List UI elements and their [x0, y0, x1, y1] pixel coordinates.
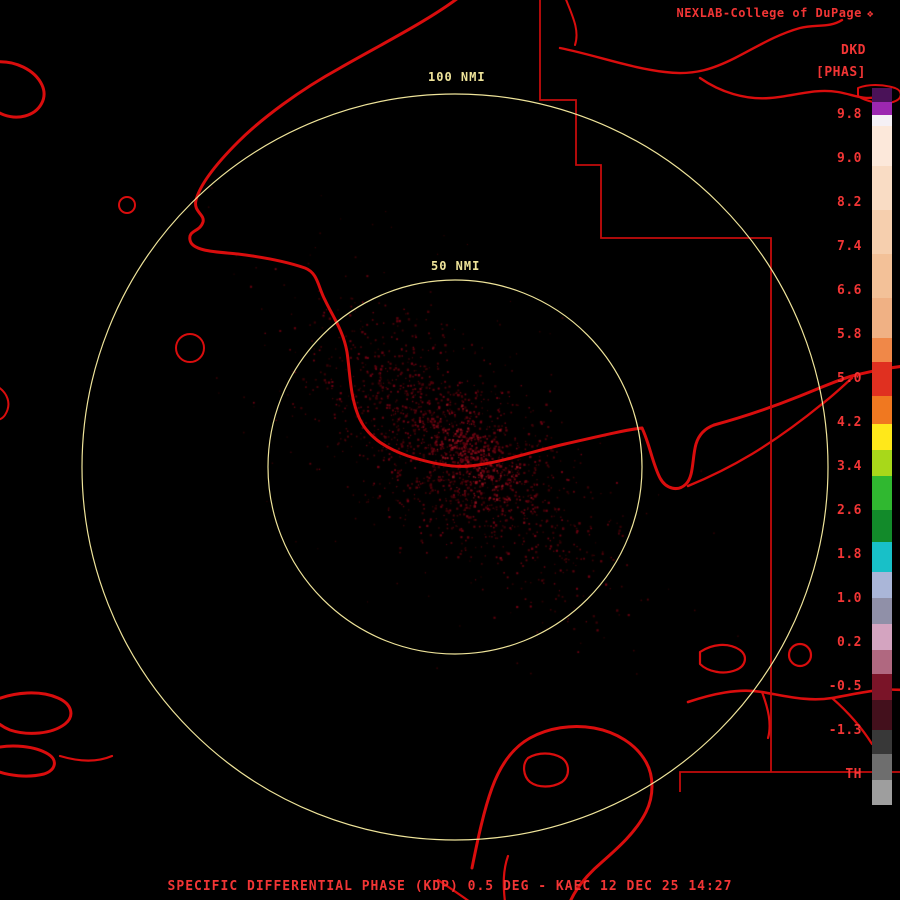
county-steps-top	[539, 0, 772, 772]
colorbar-tick-label: 1.0	[837, 591, 862, 606]
colorbar-segment	[872, 674, 892, 700]
stream-top-edge	[565, 0, 578, 46]
range-label-100nmi: 100 NMI	[424, 69, 490, 85]
colorbar-segment	[872, 730, 892, 754]
county-line-bottomright	[679, 771, 900, 792]
colorbar-tick-label: 6.6	[837, 283, 862, 298]
colorbar-segment	[872, 210, 892, 254]
map-outlines	[0, 0, 900, 900]
colorbar-segment	[872, 572, 892, 598]
colorbar-tick-label: 5.8	[837, 327, 862, 342]
colorbar-tick-label: 7.4	[837, 239, 862, 254]
colorbar-segment	[872, 476, 892, 510]
colorbar-segment	[872, 115, 892, 126]
colorbar-segment	[872, 298, 892, 338]
colorbar-tick-label: 0.2	[837, 635, 862, 650]
blob-bottomleft-2	[0, 744, 56, 778]
colorbar-tick-label: 9.8	[837, 107, 862, 122]
colorbar-tick-label: 1.8	[837, 547, 862, 562]
colorbar-segment	[872, 650, 892, 674]
colorbar-tick-label: 4.2	[837, 415, 862, 430]
colorbar-segment	[872, 700, 892, 730]
colorbar-segment	[872, 780, 892, 805]
river-topright-1	[558, 18, 844, 75]
colorbar-segment	[872, 254, 892, 298]
stream-bottomright-1	[760, 690, 771, 740]
map-overlay	[0, 0, 900, 900]
colorbar-segment	[872, 754, 892, 780]
colorbar-segment	[872, 424, 892, 450]
product-caption: SPECIFIC DIFFERENTIAL PHASE (KDP) 0.5 DE…	[167, 879, 733, 894]
lake-topleft	[0, 60, 46, 119]
colorbar-segment	[872, 510, 892, 542]
lake-bottomright	[787, 642, 813, 668]
island-bottom	[470, 724, 654, 900]
small-lake-1	[118, 196, 136, 214]
colorbar-tick-label: TH	[845, 767, 862, 782]
colorbar-tick-label: -1.3	[828, 723, 862, 738]
blob-bottomright	[698, 643, 746, 674]
colorbar-segment	[872, 450, 892, 476]
colorbar-tick-label: 9.0	[837, 151, 862, 166]
range-label-50nmi: 50 NMI	[427, 258, 485, 274]
colorbar-segment	[872, 624, 892, 650]
small-lake-2	[175, 333, 205, 363]
colorbar-segment	[872, 338, 892, 362]
colorbar-tick-label: 8.2	[837, 195, 862, 210]
cod-logo-icon: ❖	[866, 6, 874, 20]
island-inner-lake	[523, 752, 570, 788]
colorbar-segment	[872, 102, 892, 115]
colorbar-segment	[872, 362, 892, 396]
colorbar-segment	[872, 542, 892, 572]
colorbar-segment	[872, 88, 892, 102]
colorbar-tick-label: 3.4	[837, 459, 862, 474]
shore-bottomleft	[58, 754, 114, 762]
left-edge-inlet	[0, 387, 10, 421]
colorbar-ticks: 9.8 9.0 8.2 7.4 6.6 5.8 5.0 4.2 3.4 2.6 1.8 1.0 0.2 -…	[814, 0, 862, 900]
coastline-main	[188, 0, 644, 468]
river-bottomright	[686, 688, 900, 704]
colorbar	[872, 88, 892, 805]
blob-bottomleft-1	[0, 691, 73, 735]
radar-display-window: { "header": { "title": "NEXLAB-College o…	[0, 0, 900, 900]
colorbar-tick-label: 5.0	[837, 371, 862, 386]
colorbar-tick-label: 2.6	[837, 503, 862, 518]
colorbar-segment	[872, 598, 892, 624]
colorbar-segment	[872, 126, 892, 166]
colorbar-segment	[872, 396, 892, 424]
colorbar-segment	[872, 166, 892, 210]
colorbar-tick-label: -0.5	[828, 679, 862, 694]
